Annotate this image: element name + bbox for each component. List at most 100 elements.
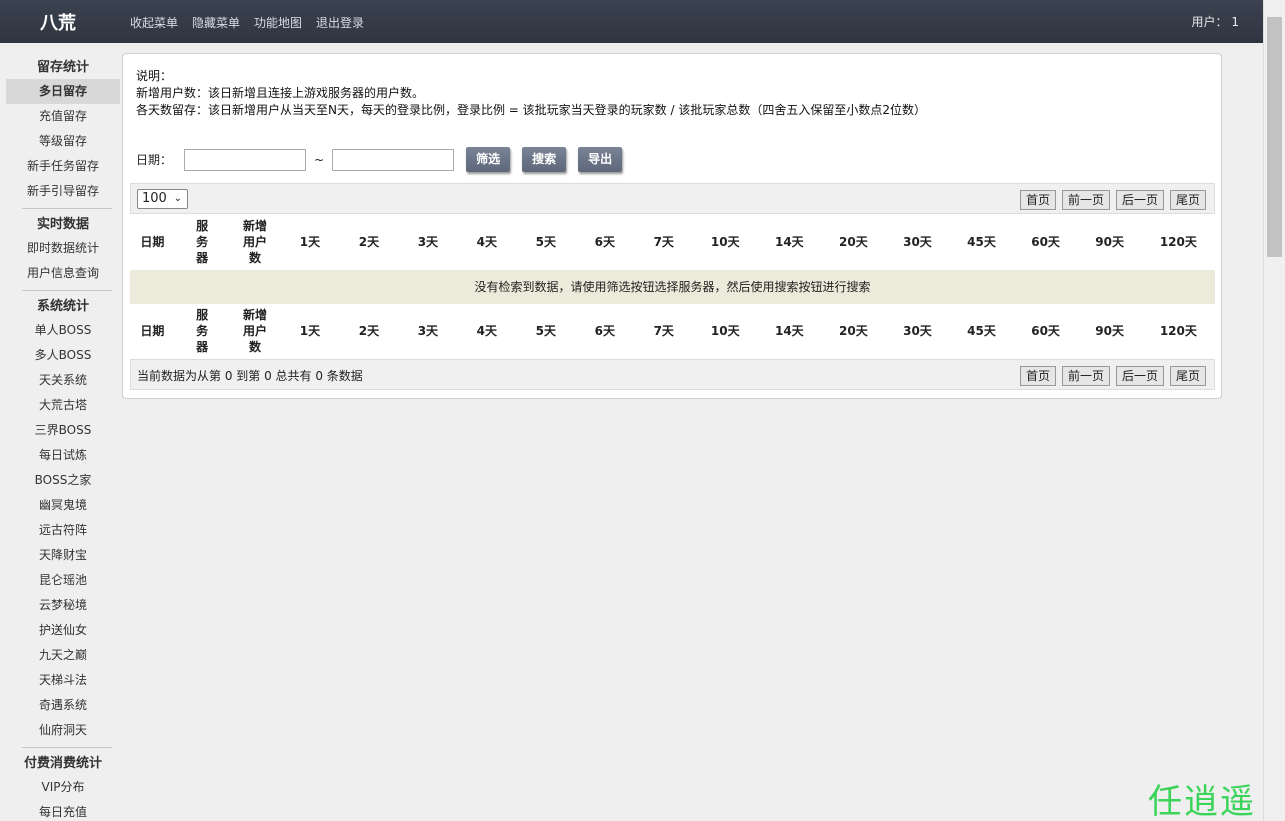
sidebar-item[interactable]: 即时数据统计 bbox=[6, 236, 120, 261]
header-cell[interactable]: 45天 bbox=[949, 215, 1014, 271]
description: 说明： 新增用户数：该日新增且连接上游戏服务器的用户数。 各天数留存：该日新增用… bbox=[136, 68, 926, 119]
sidebar-divider bbox=[22, 747, 112, 748]
next-page-button[interactable]: 后一页 bbox=[1115, 366, 1164, 386]
header-cell[interactable]: 120天 bbox=[1141, 215, 1215, 271]
sidebar-item[interactable]: 大荒古塔 bbox=[6, 393, 120, 418]
hide-menu-link[interactable]: 隐藏菜单 bbox=[192, 14, 240, 31]
sidebar-item[interactable]: 新手引导留存 bbox=[6, 179, 120, 204]
sidebar-groups: 留存统计 多日留存 充值留存 等级留存 新手任务留存 新手引导留存 实时数据 即时数据统计 用户… bbox=[6, 57, 120, 821]
header-cell[interactable]: 10天 bbox=[693, 215, 758, 271]
scrollbar-thumb[interactable] bbox=[1267, 17, 1282, 257]
table-toolbar-top: 100 ⌄ 首页 前一页 后一页 尾页 bbox=[130, 183, 1215, 214]
collapse-menu-link[interactable]: 收起菜单 bbox=[130, 14, 178, 31]
header-cell[interactable]: 14天 bbox=[757, 215, 822, 271]
sidebar-item[interactable]: 幽冥鬼境 bbox=[6, 493, 120, 518]
footer-header-cell[interactable]: 60天 bbox=[1013, 304, 1078, 360]
footer-header-cell[interactable]: 120天 bbox=[1141, 304, 1215, 360]
sidebar-item[interactable]: 九天之巅 bbox=[6, 643, 120, 668]
footer-header-cell[interactable]: 30天 bbox=[885, 304, 950, 360]
header-cell[interactable]: 7天 bbox=[634, 215, 694, 271]
sidebar-item[interactable]: 多日留存 bbox=[6, 79, 120, 104]
footer-header-cell[interactable]: 5天 bbox=[516, 304, 576, 360]
table-toolbar-bottom: 当前数据为从第 0 到第 0 总共有 0 条数据 首页 前一页 后一页 尾页 bbox=[130, 359, 1215, 390]
last-page-button[interactable]: 尾页 bbox=[1169, 366, 1206, 386]
sidebar-item[interactable]: 单人BOSS bbox=[6, 318, 120, 343]
prev-page-button[interactable]: 前一页 bbox=[1061, 190, 1110, 210]
header-cell[interactable]: 1天 bbox=[280, 215, 340, 271]
chevron-down-icon: ⌄ bbox=[173, 193, 182, 204]
sidebar-item[interactable]: BOSS之家 bbox=[6, 468, 120, 493]
sidebar-divider bbox=[22, 290, 112, 291]
header-cell[interactable]: 服务器 bbox=[174, 215, 230, 271]
footer-header-cell[interactable]: 服务器 bbox=[174, 304, 230, 360]
first-page-button[interactable]: 首页 bbox=[1019, 366, 1056, 386]
header-cell[interactable]: 4天 bbox=[457, 215, 517, 271]
footer-header-cell[interactable]: 2天 bbox=[339, 304, 399, 360]
sidebar-item[interactable]: 天梯斗法 bbox=[6, 668, 120, 693]
date-label: 日期： bbox=[136, 153, 173, 167]
prev-page-button[interactable]: 前一页 bbox=[1061, 366, 1110, 386]
pager-bottom: 首页 前一页 后一页 尾页 bbox=[1014, 366, 1206, 386]
export-button[interactable]: 导出 bbox=[578, 147, 623, 172]
footer-header-cell[interactable]: 新增用户数 bbox=[229, 304, 281, 360]
page-size-select[interactable]: 100 ⌄ bbox=[137, 189, 188, 209]
header-cell[interactable]: 2天 bbox=[339, 215, 399, 271]
sidebar-item[interactable]: 天降财宝 bbox=[6, 543, 120, 568]
table-footer-header: 日期 服务器 新增用户数 1天 2天 3天 4天 5天 6天 7天 10天 14天 20天 30天 45天 6… bbox=[130, 304, 1215, 360]
logout-link[interactable]: 退出登录 bbox=[316, 14, 364, 31]
header-cell[interactable]: 5天 bbox=[516, 215, 576, 271]
footer-header-cell[interactable]: 日期 bbox=[130, 304, 175, 360]
sidebar-item[interactable]: 用户信息查询 bbox=[6, 261, 120, 286]
watermark-logo: 任逍遥 bbox=[1148, 782, 1256, 821]
page-scrollbar[interactable] bbox=[1263, 0, 1285, 821]
pager-top: 首页 前一页 后一页 尾页 bbox=[1014, 190, 1206, 210]
main-panel: 说明： 新增用户数：该日新增且连接上游戏服务器的用户数。 各天数留存：该日新增用… bbox=[122, 53, 1222, 399]
next-page-button[interactable]: 后一页 bbox=[1115, 190, 1164, 210]
header-cell[interactable]: 20天 bbox=[821, 215, 886, 271]
user-info: 用户： 1 bbox=[1191, 15, 1239, 29]
end-date-input[interactable] bbox=[332, 148, 455, 171]
header-cell[interactable]: 6天 bbox=[575, 215, 635, 271]
filter-button[interactable]: 筛选 bbox=[466, 147, 511, 172]
footer-header-cell[interactable]: 14天 bbox=[757, 304, 822, 360]
function-map-link[interactable]: 功能地图 bbox=[254, 14, 302, 31]
first-page-button[interactable]: 首页 bbox=[1019, 190, 1056, 210]
header-cell[interactable]: 30天 bbox=[885, 215, 950, 271]
footer-header-cell[interactable]: 20天 bbox=[821, 304, 886, 360]
header-cell[interactable]: 日期 bbox=[130, 215, 175, 271]
sidebar-item[interactable]: 每日试炼 bbox=[6, 443, 120, 468]
footer-header-cell[interactable]: 45天 bbox=[949, 304, 1014, 360]
footer-header-cell[interactable]: 3天 bbox=[398, 304, 458, 360]
sidebar-item[interactable]: 每日充值 bbox=[6, 800, 120, 821]
header-cell[interactable]: 新增用户数 bbox=[229, 215, 281, 271]
sidebar-item[interactable]: 等级留存 bbox=[6, 129, 120, 154]
header-cell[interactable]: 90天 bbox=[1077, 215, 1142, 271]
footer-header-cell[interactable]: 4天 bbox=[457, 304, 517, 360]
sidebar-item[interactable]: 远古符阵 bbox=[6, 518, 120, 543]
sidebar-item[interactable]: 三界BOSS bbox=[6, 418, 120, 443]
header-cell[interactable]: 3天 bbox=[398, 215, 458, 271]
footer-header-cell[interactable]: 10天 bbox=[693, 304, 758, 360]
last-page-button[interactable]: 尾页 bbox=[1169, 190, 1206, 210]
start-date-input[interactable] bbox=[184, 148, 307, 171]
sidebar-item[interactable]: 天关系统 bbox=[6, 368, 120, 393]
date-range-separator: ~ bbox=[314, 152, 325, 167]
header-cell[interactable]: 60天 bbox=[1013, 215, 1078, 271]
footer-header-cell[interactable]: 6天 bbox=[575, 304, 635, 360]
sidebar: 留存统计 多日留存 充值留存 等级留存 新手任务留存 新手引导留存 实时数据 即时数据统计 用户… bbox=[0, 43, 122, 821]
sidebar-item[interactable]: 云梦秘境 bbox=[6, 593, 120, 618]
sidebar-item[interactable]: 多人BOSS bbox=[6, 343, 120, 368]
sidebar-item[interactable]: 新手任务留存 bbox=[6, 154, 120, 179]
app-brand: 八荒 bbox=[40, 13, 76, 34]
search-button[interactable]: 搜索 bbox=[522, 147, 567, 172]
sidebar-item[interactable]: VIP分布 bbox=[6, 775, 120, 800]
sidebar-divider bbox=[22, 208, 112, 209]
sidebar-item[interactable]: 昆仑瑶池 bbox=[6, 568, 120, 593]
footer-header-cell[interactable]: 7天 bbox=[634, 304, 694, 360]
sidebar-item[interactable]: 充值留存 bbox=[6, 104, 120, 129]
footer-header-cell[interactable]: 90天 bbox=[1077, 304, 1142, 360]
footer-header-cell[interactable]: 1天 bbox=[280, 304, 340, 360]
sidebar-item[interactable]: 仙府洞天 bbox=[6, 718, 120, 743]
sidebar-item[interactable]: 奇遇系统 bbox=[6, 693, 120, 718]
sidebar-item[interactable]: 护送仙女 bbox=[6, 618, 120, 643]
